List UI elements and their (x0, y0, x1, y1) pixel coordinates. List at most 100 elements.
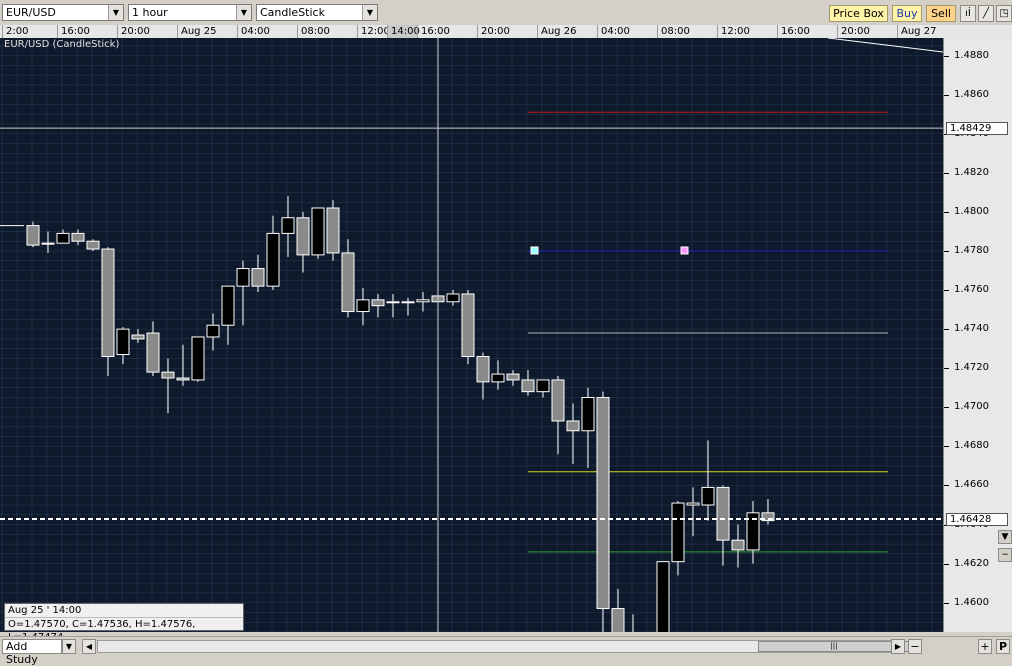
chart-type-select[interactable]: CandleStick ▼ (256, 4, 378, 21)
indicator-icon[interactable]: ıİ (960, 5, 976, 22)
candle-bear (86, 240, 100, 250)
candle-bear (161, 371, 175, 379)
price-tick-label: 1.4680 (954, 440, 989, 452)
candle-bull (401, 301, 415, 304)
price-tick-label: 1.4880 (954, 49, 989, 61)
candle-bull (671, 502, 685, 563)
candle-bear (71, 232, 85, 242)
chevron-down-icon[interactable]: ▼ (62, 639, 76, 654)
candle-bull (56, 232, 70, 244)
price-tick-label: 1.4660 (954, 479, 989, 491)
candle-bull (191, 336, 205, 381)
candle-bull (686, 502, 700, 506)
price-tick-mark (944, 290, 949, 292)
price-tick-label: 1.4740 (954, 323, 989, 335)
zoom-out-time-icon[interactable]: − (908, 639, 922, 654)
candle-bear (596, 397, 610, 610)
chart-label: EUR/USD (CandleStick) (4, 39, 120, 50)
current-price-box: 1.46428 (946, 513, 1008, 527)
price-tick-mark (944, 172, 949, 174)
chevron-down-icon[interactable]: ▼ (108, 5, 123, 20)
info-ohlc: O=1.47570, C=1.47536, H=1.47576, L=1.474… (5, 617, 243, 643)
price-tick-mark (944, 602, 949, 604)
scroll-right-icon[interactable]: ▶ (891, 639, 905, 654)
candle-bull (581, 397, 595, 432)
time-tick-label: 14:00 (387, 25, 420, 38)
price-tick-label: 1.4620 (954, 557, 989, 569)
symbol-select[interactable]: EUR/USD ▼ (2, 4, 124, 21)
ohlc-info-box: Aug 25 ' 14:00 O=1.47570, C=1.47536, H=1… (4, 603, 244, 643)
chevron-down-icon[interactable]: ▼ (362, 5, 377, 20)
scroll-left-icon[interactable]: ◀ (82, 639, 96, 654)
candle-bull (386, 301, 400, 304)
candle-bear (251, 268, 265, 287)
time-tick-label: Aug 25 (177, 25, 237, 38)
candle-bear (461, 293, 475, 357)
time-tick-label: 04:00 (597, 25, 657, 38)
zoom-out-icon[interactable]: − (998, 548, 1012, 562)
price-tick-label: 1.4600 (954, 596, 989, 608)
zoom-in-time-icon[interactable]: + (978, 639, 992, 654)
candle-bull (491, 373, 505, 383)
chart-type-value: CandleStick (260, 6, 325, 19)
draw-line-icon[interactable]: ╱ (978, 5, 994, 22)
candle-bull (236, 268, 250, 287)
price-tick-label: 1.4820 (954, 166, 989, 178)
candle-bull (116, 328, 130, 356)
plot-area[interactable] (0, 38, 943, 632)
sell-button[interactable]: Sell (926, 5, 956, 22)
chevron-down-icon[interactable]: ▼ (236, 5, 251, 20)
candle-bear (326, 207, 340, 254)
candle-bear (521, 379, 535, 393)
interval-select[interactable]: 1 hour ▼ (128, 4, 252, 21)
candle-bull (446, 293, 460, 303)
candle-bear (131, 334, 145, 340)
time-scrollbar[interactable]: ||| (97, 640, 910, 653)
info-date: Aug 25 ' 14:00 (8, 605, 82, 616)
candlestick-chart[interactable] (0, 38, 943, 632)
candle-bear (296, 217, 310, 256)
crosshair-price-box: 1.48429 (946, 122, 1008, 136)
time-axis: 2:00 16:00 20:00 Aug 25 04:00 08:00 12:00 14:00… (0, 25, 943, 39)
candle-bull (416, 299, 430, 303)
price-tick-mark (944, 446, 949, 448)
price-box-button[interactable]: Price Box (829, 5, 888, 22)
time-tick-label: 2:00 (2, 25, 62, 38)
scroll-down-icon[interactable]: ▼ (998, 530, 1012, 544)
time-tick-label: 08:00 (297, 25, 357, 38)
buy-button[interactable]: Buy (892, 5, 922, 22)
candle-bear (716, 486, 730, 541)
candle-bull (656, 561, 670, 632)
candle-bull (356, 299, 370, 313)
candle-bear (341, 252, 355, 313)
price-tick-mark (944, 211, 949, 213)
candle-bear (731, 539, 745, 551)
candle-bear (476, 355, 490, 383)
time-tick-label: 16:00 (417, 25, 477, 38)
price-tick-mark (944, 250, 949, 252)
price-tick-mark (944, 368, 949, 370)
price-tick-label: 1.4860 (954, 88, 989, 100)
price-tick-label: 1.4700 (954, 401, 989, 413)
time-tick-label: 20:00 (117, 25, 177, 38)
candle-bull (281, 217, 295, 234)
maximize-icon[interactable]: ◳ (996, 5, 1012, 22)
time-tick-label: 08:00 (657, 25, 717, 38)
bottom-bar: Add Study ▼ ◀ ||| ▶ − + P (0, 636, 1012, 666)
time-tick-label: 04:00 (237, 25, 297, 38)
time-tick-label: 16:00 (777, 25, 837, 38)
add-study-select[interactable]: Add Study (2, 639, 62, 666)
candle-bear (551, 379, 565, 422)
price-tick-label: 1.4800 (954, 205, 989, 217)
time-tick-label: 20:00 (477, 25, 537, 38)
properties-icon[interactable]: P (996, 639, 1010, 654)
candle-bull (41, 242, 55, 245)
candle-bull (221, 285, 235, 326)
time-tick-label: 20:00 (837, 25, 897, 38)
time-tick-label: 16:00 (57, 25, 117, 38)
line-handle-end (680, 246, 689, 255)
scrollbar-thumb[interactable]: ||| (758, 641, 910, 652)
candle-bear (101, 248, 115, 357)
candle-bull (701, 486, 715, 506)
price-tick-mark (944, 94, 949, 96)
